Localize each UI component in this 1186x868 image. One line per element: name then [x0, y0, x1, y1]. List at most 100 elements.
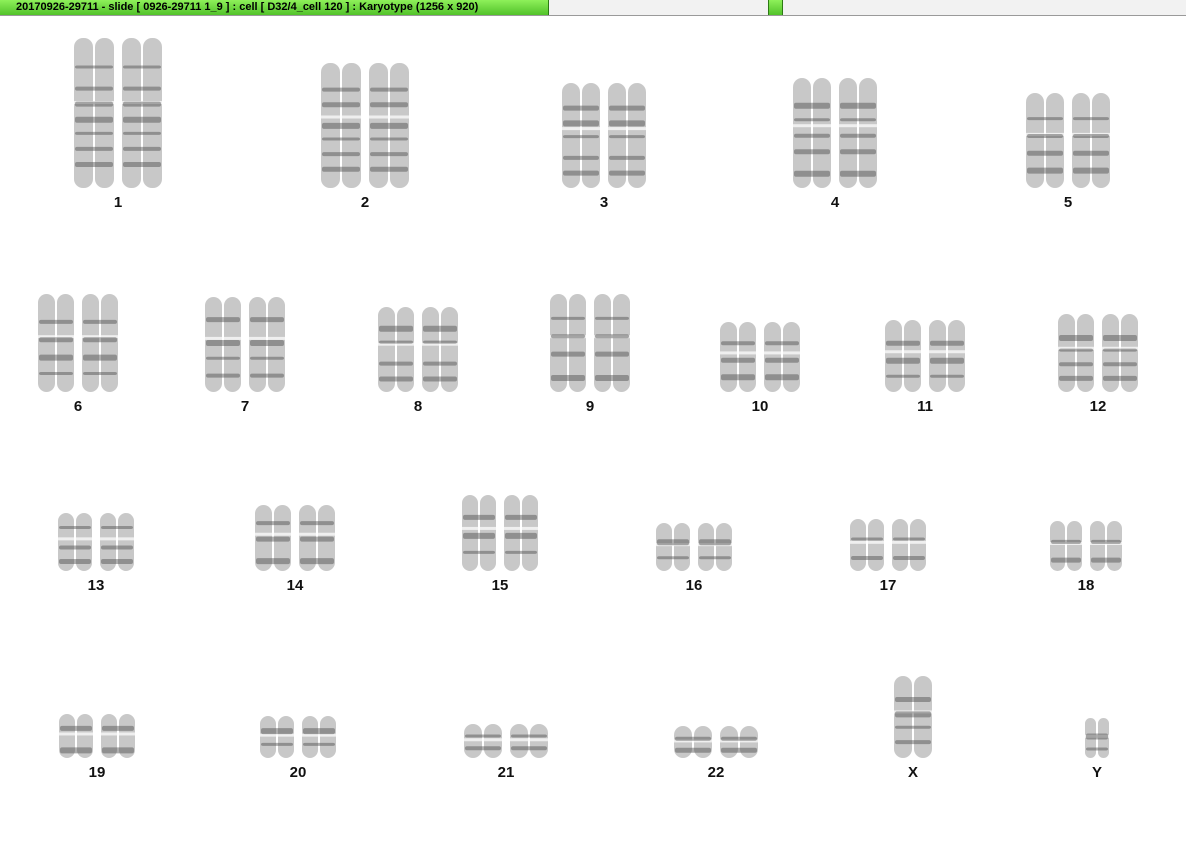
chromatid — [530, 724, 548, 758]
chromosome-band — [1059, 375, 1093, 381]
chromosome-label: 3 — [599, 194, 609, 211]
chromosome-band — [893, 556, 925, 561]
chromosome-right[interactable] — [697, 523, 733, 571]
window-titlebar[interactable]: 20170926-29711 - slide [ 0926-29711 1_9 … — [0, 0, 1186, 16]
chromosome-band — [595, 316, 629, 320]
chromosome-right[interactable] — [421, 307, 459, 392]
chromosome-right[interactable] — [368, 63, 410, 188]
chromatid — [720, 726, 738, 758]
chromosome-right[interactable] — [763, 322, 801, 392]
chromosome-band — [123, 161, 161, 167]
chromosome-right[interactable] — [509, 724, 549, 758]
chromosome-left[interactable] — [884, 320, 922, 392]
chromatid — [740, 726, 758, 758]
chromosome-left[interactable] — [1049, 521, 1083, 571]
chromosome-band — [322, 166, 360, 172]
chromosome-right[interactable] — [301, 716, 337, 758]
chromosome-left[interactable] — [73, 38, 115, 188]
chromosome-band — [609, 170, 645, 176]
chromosome-pair-image — [655, 523, 733, 571]
chromatid — [1090, 521, 1105, 571]
chromosome-label: 5 — [1063, 194, 1073, 211]
chromosome-right[interactable] — [81, 294, 119, 392]
chromosome-left[interactable] — [37, 294, 75, 392]
chromosome-right[interactable] — [891, 519, 927, 571]
chromosome-band — [895, 711, 931, 718]
chromosome-left[interactable] — [463, 724, 503, 758]
chromosome-label: 17 — [879, 577, 897, 594]
chromosome-band — [101, 558, 133, 564]
chromosome-band — [123, 131, 161, 135]
chromosome-band — [1103, 335, 1137, 342]
chromatid — [562, 83, 580, 188]
chromosome-left[interactable] — [204, 297, 242, 392]
chromosome-right[interactable] — [298, 505, 336, 571]
title-tab[interactable]: 20170926-29711 - slide [ 0926-29711 1_9 … — [0, 0, 549, 15]
chromosome-right[interactable] — [1071, 93, 1111, 188]
chromosome-band — [101, 525, 133, 529]
chromosome-right[interactable] — [503, 495, 539, 571]
chromatid — [613, 294, 630, 392]
chromosome-left[interactable] — [792, 78, 832, 188]
chromosome-right[interactable] — [1101, 314, 1139, 392]
centromere — [673, 739, 713, 743]
chromosome-left[interactable] — [58, 714, 94, 758]
chromosome-label: 7 — [240, 398, 250, 415]
chromosome-right[interactable] — [1089, 521, 1123, 571]
chromosome-left[interactable] — [57, 513, 93, 571]
chromosome-left[interactable] — [1057, 314, 1095, 392]
titlebar-marker[interactable] — [768, 0, 783, 15]
chromosome-left[interactable] — [1084, 718, 1110, 758]
chromosome-band — [765, 374, 799, 381]
chromosome-left[interactable] — [719, 322, 757, 392]
chromosome-band — [123, 101, 161, 107]
chromosome-left[interactable] — [320, 63, 362, 188]
chromatid — [441, 307, 458, 392]
chromosome-band — [1086, 733, 1108, 740]
chromosome-right[interactable] — [593, 294, 631, 392]
centromere — [1049, 542, 1083, 545]
chromosome-band — [721, 374, 755, 381]
chromosome-band — [59, 558, 91, 564]
chromatid — [299, 505, 316, 571]
centromere — [377, 342, 415, 346]
chromosome-left[interactable] — [549, 294, 587, 392]
chromosome-band — [465, 746, 501, 751]
chromosome-band — [1073, 150, 1109, 156]
chromosome-right[interactable] — [719, 726, 759, 758]
chromosome-band — [370, 102, 408, 108]
chromosome-label: 8 — [413, 398, 423, 415]
chromosome-left[interactable] — [849, 519, 885, 571]
chromosome-band — [101, 545, 133, 550]
chromosome-band — [1059, 348, 1093, 352]
chromatid — [569, 294, 586, 392]
chromosome-left[interactable] — [673, 726, 713, 758]
chromosome-band — [609, 120, 645, 127]
chromosome-left[interactable] — [1025, 93, 1065, 188]
chromosome-right[interactable] — [928, 320, 966, 392]
chromosome-band — [840, 118, 876, 122]
chromosome-left[interactable] — [254, 505, 292, 571]
chromosome-left[interactable] — [461, 495, 497, 571]
chromosome-right[interactable] — [99, 513, 135, 571]
chromosome-right[interactable] — [100, 714, 136, 758]
chromosome-left[interactable] — [655, 523, 691, 571]
chromatid — [464, 724, 482, 758]
chromosome-right[interactable] — [121, 38, 163, 188]
chromosome-band — [840, 149, 876, 155]
chromatid — [885, 320, 902, 392]
chromosome-left[interactable] — [561, 83, 601, 188]
chromatid — [910, 519, 926, 571]
chromatid — [58, 513, 74, 571]
chromosome-right[interactable] — [248, 297, 286, 392]
chromosome-right[interactable] — [838, 78, 878, 188]
chromosome-band — [60, 747, 92, 754]
chromosome-left[interactable] — [377, 307, 415, 392]
centromere — [368, 115, 410, 119]
chromatid — [859, 78, 877, 188]
chromosome-left[interactable] — [893, 676, 933, 758]
chromosome-band — [765, 357, 799, 363]
chromosome-band — [322, 87, 360, 92]
chromosome-right[interactable] — [607, 83, 647, 188]
chromosome-left[interactable] — [259, 716, 295, 758]
